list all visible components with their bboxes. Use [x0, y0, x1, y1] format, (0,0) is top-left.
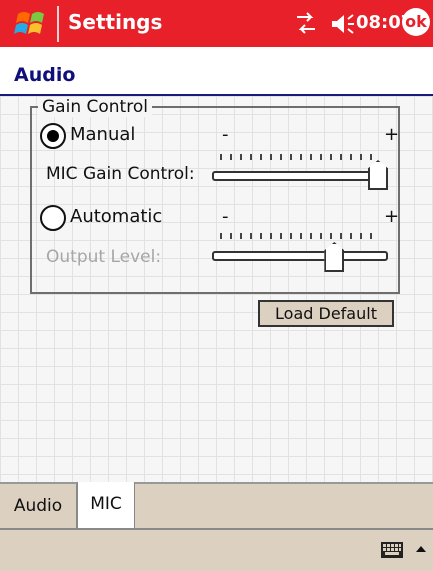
manual-radio-label[interactable]: Manual: [70, 124, 135, 145]
keyboard-icon[interactable]: [380, 540, 404, 560]
mic-gain-minus: -: [222, 124, 229, 145]
output-level-plus: +: [384, 206, 400, 227]
menu-bar: [0, 528, 433, 571]
tab-bar: Audio MIC: [0, 482, 433, 530]
mic-gain-ticks: [220, 154, 376, 160]
tab-audio[interactable]: Audio: [0, 484, 77, 528]
connectivity-arrows-icon[interactable]: [291, 8, 321, 38]
up-arrow-icon[interactable]: [414, 542, 428, 556]
title-bar: Settings 08:07 ok: [0, 0, 433, 47]
automatic-radio[interactable]: [40, 205, 66, 231]
speaker-volume-icon[interactable]: [328, 10, 356, 38]
output-level-slider-track[interactable]: [212, 251, 388, 261]
manual-radio[interactable]: [40, 123, 66, 149]
mic-gain-plus: +: [384, 124, 400, 145]
mic-gain-label: MIC Gain Control:: [46, 164, 195, 184]
ok-button[interactable]: ok: [402, 8, 430, 36]
tab-mic[interactable]: MIC: [77, 482, 135, 528]
load-default-button[interactable]: Load Default: [258, 300, 394, 327]
output-level-label: Output Level:: [46, 247, 162, 267]
title-separator: [57, 6, 59, 42]
output-level-minus: -: [222, 206, 229, 227]
gain-control-group-label: Gain Control: [38, 97, 152, 117]
automatic-radio-label[interactable]: Automatic: [70, 206, 162, 227]
page-title: Audio: [14, 64, 76, 86]
mic-gain-slider-track[interactable]: [212, 171, 388, 181]
app-title: Settings: [68, 10, 163, 34]
radio-selected-dot: [47, 130, 59, 142]
windows-flag-icon[interactable]: [14, 8, 54, 40]
output-level-ticks: [220, 233, 376, 239]
